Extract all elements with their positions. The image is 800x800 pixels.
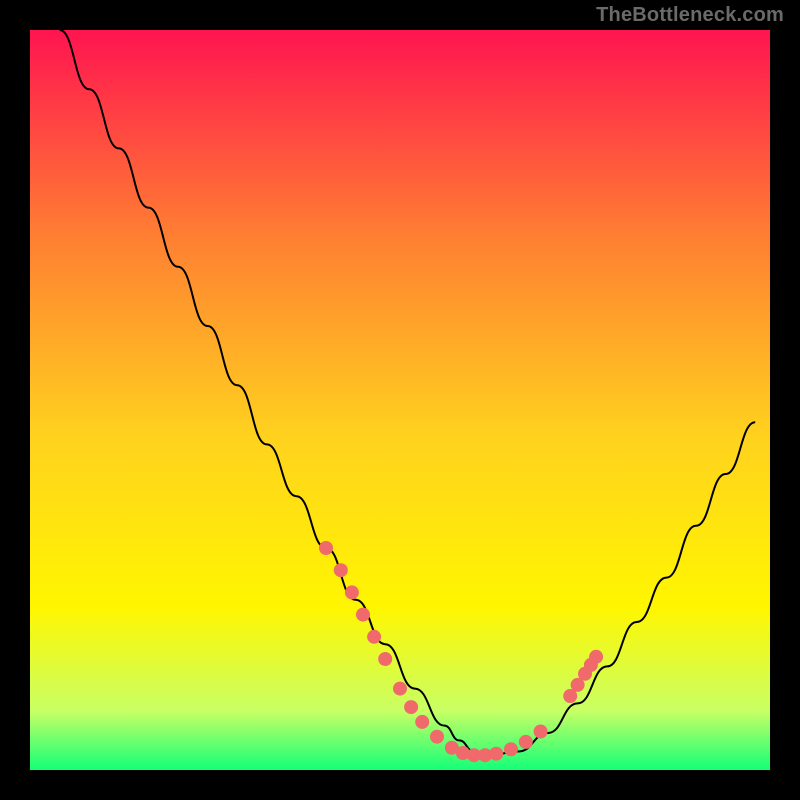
data-point: [319, 541, 333, 555]
data-point: [345, 585, 359, 599]
plot-area: [30, 30, 770, 770]
chart-svg: [0, 0, 800, 800]
data-point: [334, 563, 348, 577]
data-point: [430, 730, 444, 744]
data-point: [415, 715, 429, 729]
data-point: [534, 725, 548, 739]
data-point: [404, 700, 418, 714]
watermark-text: TheBottleneck.com: [596, 4, 784, 27]
data-point: [367, 630, 381, 644]
data-point: [589, 650, 603, 664]
data-point: [378, 652, 392, 666]
data-point: [519, 735, 533, 749]
data-point: [356, 608, 370, 622]
data-point: [504, 742, 518, 756]
data-point: [393, 682, 407, 696]
chart-stage: TheBottleneck.com: [0, 0, 800, 800]
data-point: [489, 747, 503, 761]
